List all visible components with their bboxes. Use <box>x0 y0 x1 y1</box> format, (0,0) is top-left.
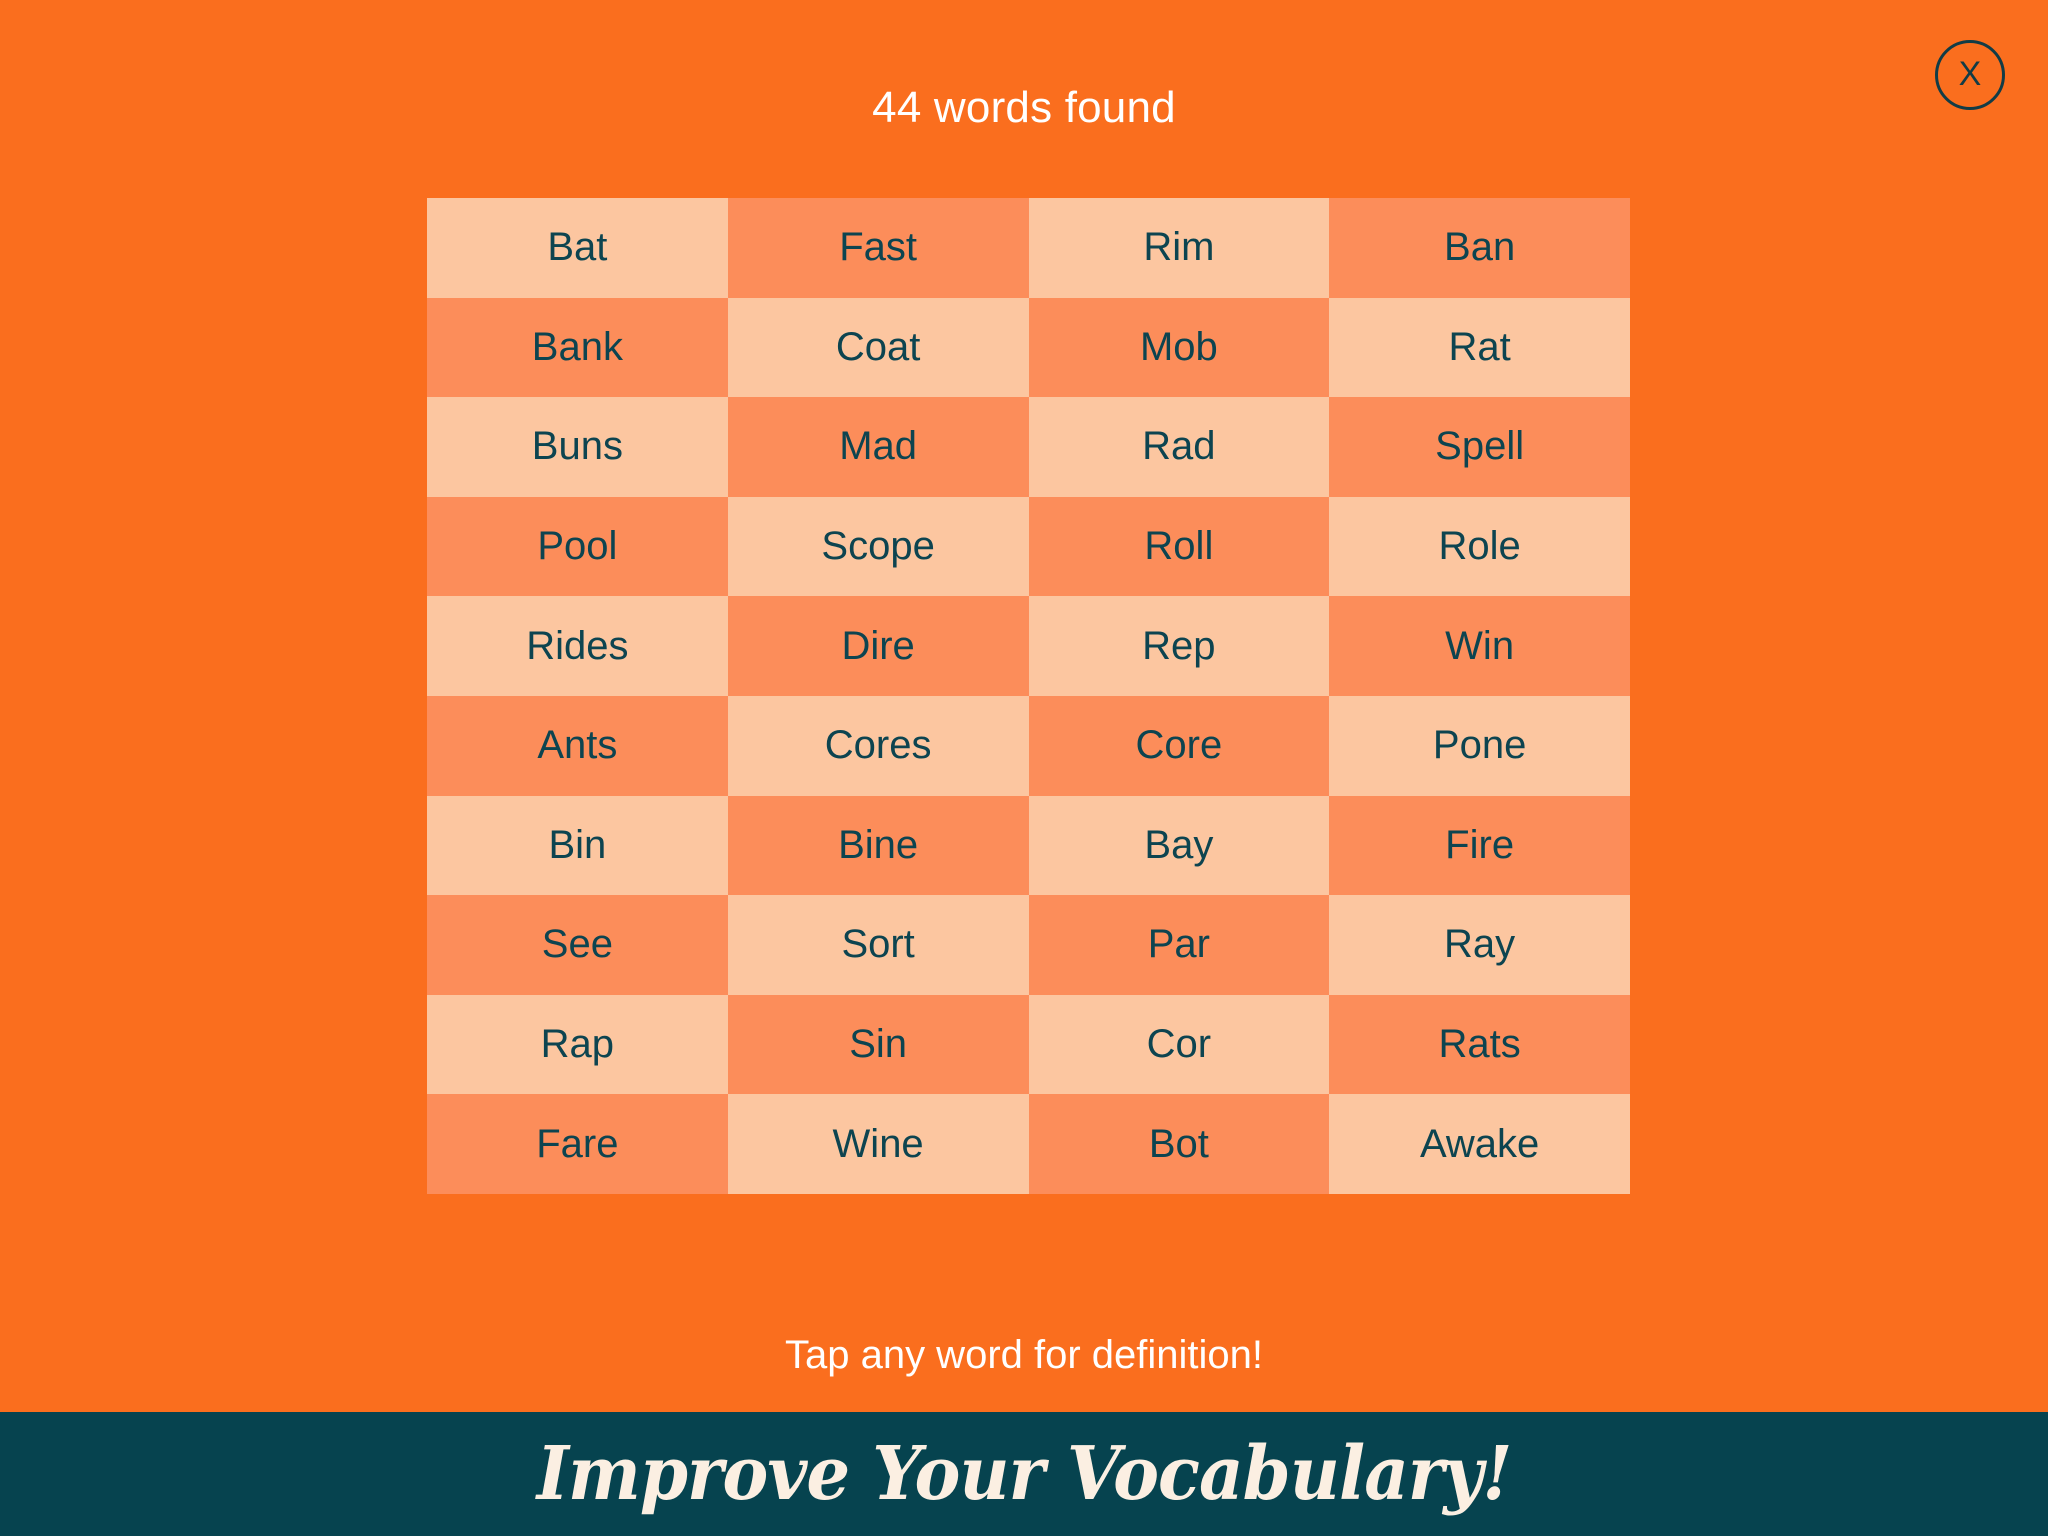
word-cell[interactable]: Win <box>1329 596 1630 696</box>
banner-tagline: Improve Your Vocabulary! <box>536 1431 1513 1517</box>
word-cell[interactable]: Rad <box>1028 397 1330 497</box>
word-cell[interactable]: Bat <box>427 198 728 298</box>
word-cell[interactable]: Fire <box>1329 795 1630 896</box>
word-cell[interactable]: Sin <box>727 994 1029 1095</box>
word-cell[interactable]: Mob <box>1028 297 1330 398</box>
word-cell[interactable]: Sort <box>727 895 1029 995</box>
word-cell[interactable]: Roll <box>1028 496 1330 597</box>
word-grid: Bat Fast Rim Ban Bank Coat Mob Rat Buns Mad Rad Spe… <box>427 198 1630 1194</box>
word-cell[interactable]: Bin <box>427 795 728 896</box>
word-cell[interactable]: Dire <box>727 596 1029 696</box>
word-cell[interactable]: Rides <box>427 596 728 696</box>
tap-for-definition-hint: Tap any word for definition! <box>784 1333 1264 1377</box>
word-cell[interactable]: Awake <box>1329 1094 1630 1194</box>
words-found-screen: X 44 words found Bat Fast Rim Ban Bank Coat Mo… <box>0 0 2048 1536</box>
word-cell[interactable]: Role <box>1329 496 1630 597</box>
word-cell[interactable]: Bine <box>727 795 1029 896</box>
word-cell[interactable]: Pone <box>1329 695 1630 796</box>
word-cell[interactable]: Rats <box>1329 994 1630 1095</box>
word-cell[interactable]: Ban <box>1329 198 1630 298</box>
bottom-banner: Improve Your Vocabulary! <box>0 1412 2048 1536</box>
word-cell[interactable]: Rep <box>1028 596 1330 696</box>
word-cell[interactable]: Bot <box>1028 1094 1330 1194</box>
word-cell[interactable]: Rap <box>427 994 728 1095</box>
word-cell[interactable]: Par <box>1028 895 1330 995</box>
word-cell[interactable]: Bay <box>1028 795 1330 896</box>
word-cell[interactable]: Rim <box>1028 198 1330 298</box>
word-cell[interactable]: Cores <box>727 695 1029 796</box>
word-cell[interactable]: Scope <box>727 496 1029 597</box>
words-found-title: 44 words found <box>872 83 1176 132</box>
word-cell[interactable]: Wine <box>727 1094 1029 1194</box>
word-cell[interactable]: Pool <box>427 496 728 597</box>
word-cell[interactable]: Bank <box>427 297 728 398</box>
word-cell[interactable]: Ray <box>1329 895 1630 995</box>
word-cell[interactable]: Spell <box>1329 397 1630 497</box>
word-cell[interactable]: Mad <box>727 397 1029 497</box>
word-cell[interactable]: Ants <box>427 695 728 796</box>
word-cell[interactable]: Fare <box>427 1094 728 1194</box>
word-cell[interactable]: See <box>427 895 728 995</box>
word-cell[interactable]: Core <box>1028 695 1330 796</box>
word-cell[interactable]: Rat <box>1329 297 1630 398</box>
word-cell[interactable]: Buns <box>427 397 728 497</box>
word-cell[interactable]: Fast <box>727 198 1029 298</box>
word-cell[interactable]: Cor <box>1028 994 1330 1095</box>
word-cell[interactable]: Coat <box>727 297 1029 398</box>
